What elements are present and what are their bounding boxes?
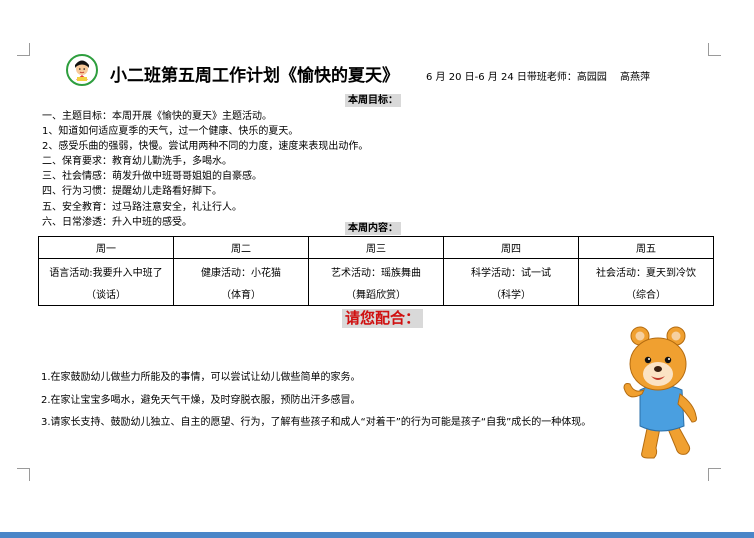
weekly-goals-heading: 本周目标：	[345, 94, 401, 107]
activity-category: （综合）	[626, 290, 666, 301]
goal-line: 1、知道如何适应夏季的天气，过一个健康、快乐的夏天。	[42, 126, 299, 138]
table-cell: 科学活动：试一试 （科学）	[443, 258, 579, 306]
page-corner-mark-top-left	[17, 43, 30, 56]
weekly-goals-list: 一、主题目标：本周开展《愉快的夏天》主题活动。 1、知道如何适应夏季的天气，过一…	[42, 109, 702, 230]
table-header-cell: 周五	[578, 236, 714, 259]
status-bar-strip	[0, 532, 754, 538]
activity-category: （谈话）	[86, 290, 126, 301]
table-header-cell: 周二	[173, 236, 309, 259]
table-cell: 社会活动：夏天到冷饮 （综合）	[578, 258, 714, 306]
goal-line: 一、主题目标：本周开展《愉快的夏天》主题活动。	[42, 111, 272, 122]
table-header-cell: 周一	[38, 236, 174, 259]
goal-line: 五、安全教育：过马路注意安全，礼让行人。	[42, 201, 242, 213]
goal-line: 三、社会情感：萌发升做中班哥哥姐姐的自豪感。	[42, 171, 262, 183]
note-line: 3.请家长支持、鼓励幼儿独立、自主的愿望、行为，了解有些孩子和成人“对着干”的行…	[41, 417, 592, 428]
bear-mascot-icon	[623, 326, 697, 459]
kid-logo-icon	[66, 54, 98, 86]
table-header-row: 周一 周二 周三 周四 周五	[38, 236, 714, 259]
table-cell: 健康活动：小花猫 （体育）	[173, 258, 309, 306]
goal-line: 四、行为习惯：提醒幼儿走路看好脚下。	[42, 186, 222, 198]
page-corner-mark-top-right	[708, 43, 721, 56]
activity-name: 社会活动：夏天到冷饮	[596, 268, 696, 279]
date-teacher-info: 6 月 20 日-6 月 24 日带班老师：高园园 高燕萍	[426, 72, 651, 83]
activity-category: （体育）	[221, 290, 261, 301]
table-header-cell: 周四	[443, 236, 579, 259]
activity-name: 语言活动:我要升入中班了	[49, 268, 163, 279]
cooperation-heading: 请您配合：	[342, 309, 424, 328]
activity-category: （舞蹈欣赏）	[346, 290, 406, 301]
cooperation-notes: 1.在家鼓励幼儿做些力所能及的事情，可以尝试让幼儿做些简单的家务。 2.在家让宝…	[41, 372, 616, 440]
note-line: 2.在家让宝宝多喝水，避免天气干燥，及时穿脱衣服，预防出汗多感冒。	[41, 394, 361, 406]
activity-name: 科学活动：试一试	[471, 268, 551, 279]
page-corner-mark-bottom-left	[17, 468, 30, 481]
activity-name: 艺术活动：瑶族舞曲	[331, 268, 421, 279]
table-header-cell: 周三	[308, 236, 444, 259]
activity-category: （科学）	[491, 290, 531, 301]
table-cell: 艺术活动：瑶族舞曲 （舞蹈欣赏）	[308, 258, 444, 306]
note-line: 1.在家鼓励幼儿做些力所能及的事情，可以尝试让幼儿做些简单的家务。	[41, 372, 361, 383]
goal-line: 2、感受乐曲的强弱，快慢。尝试用两种不同的力度，速度来表现出动作。	[42, 141, 369, 153]
page-corner-mark-bottom-right	[708, 468, 721, 481]
table-row: 语言活动:我要升入中班了 （谈话） 健康活动：小花猫 （体育） 艺术活动：瑶族舞…	[38, 258, 714, 306]
weekly-content-heading: 本周内容：	[345, 222, 401, 235]
page-title: 小二班第五周工作计划《愉快的夏天》	[110, 66, 399, 86]
weekly-plan-table: 周一 周二 周三 周四 周五 语言活动:我要升入中班了 （谈话） 健康活动：小花…	[38, 236, 714, 306]
table-cell: 语言活动:我要升入中班了 （谈话）	[38, 258, 174, 306]
activity-name: 健康活动：小花猫	[201, 268, 281, 279]
goal-line: 二、保育要求：教育幼儿勤洗手，多喝水。	[42, 156, 232, 168]
